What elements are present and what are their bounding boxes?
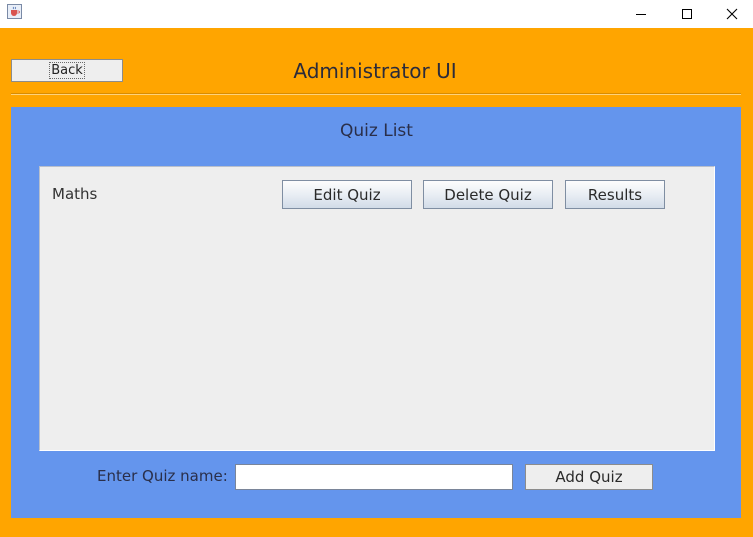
back-button[interactable]: Back [11,59,123,82]
close-button[interactable] [709,0,753,28]
maximize-icon [682,9,692,19]
quiz-item-name: Maths [52,185,98,203]
edit-quiz-button[interactable]: Edit Quiz [282,180,412,209]
add-quiz-button[interactable]: Add Quiz [525,464,653,490]
minimize-icon [636,14,646,15]
close-icon [726,8,738,20]
quiz-name-label: Enter Quiz name: [97,467,228,485]
delete-quiz-button[interactable]: Delete Quiz [423,180,553,209]
minimize-button[interactable] [618,0,664,28]
window-title-bar [0,0,753,28]
back-button-label: Back [49,62,85,79]
quiz-list-title: Quiz List [340,121,413,141]
java-cup-icon[interactable] [7,4,22,19]
header-separator [11,93,741,95]
quiz-name-input[interactable] [235,464,513,490]
results-button[interactable]: Results [565,180,665,209]
maximize-button[interactable] [664,0,710,28]
page-title: Administrator UI [293,59,457,83]
